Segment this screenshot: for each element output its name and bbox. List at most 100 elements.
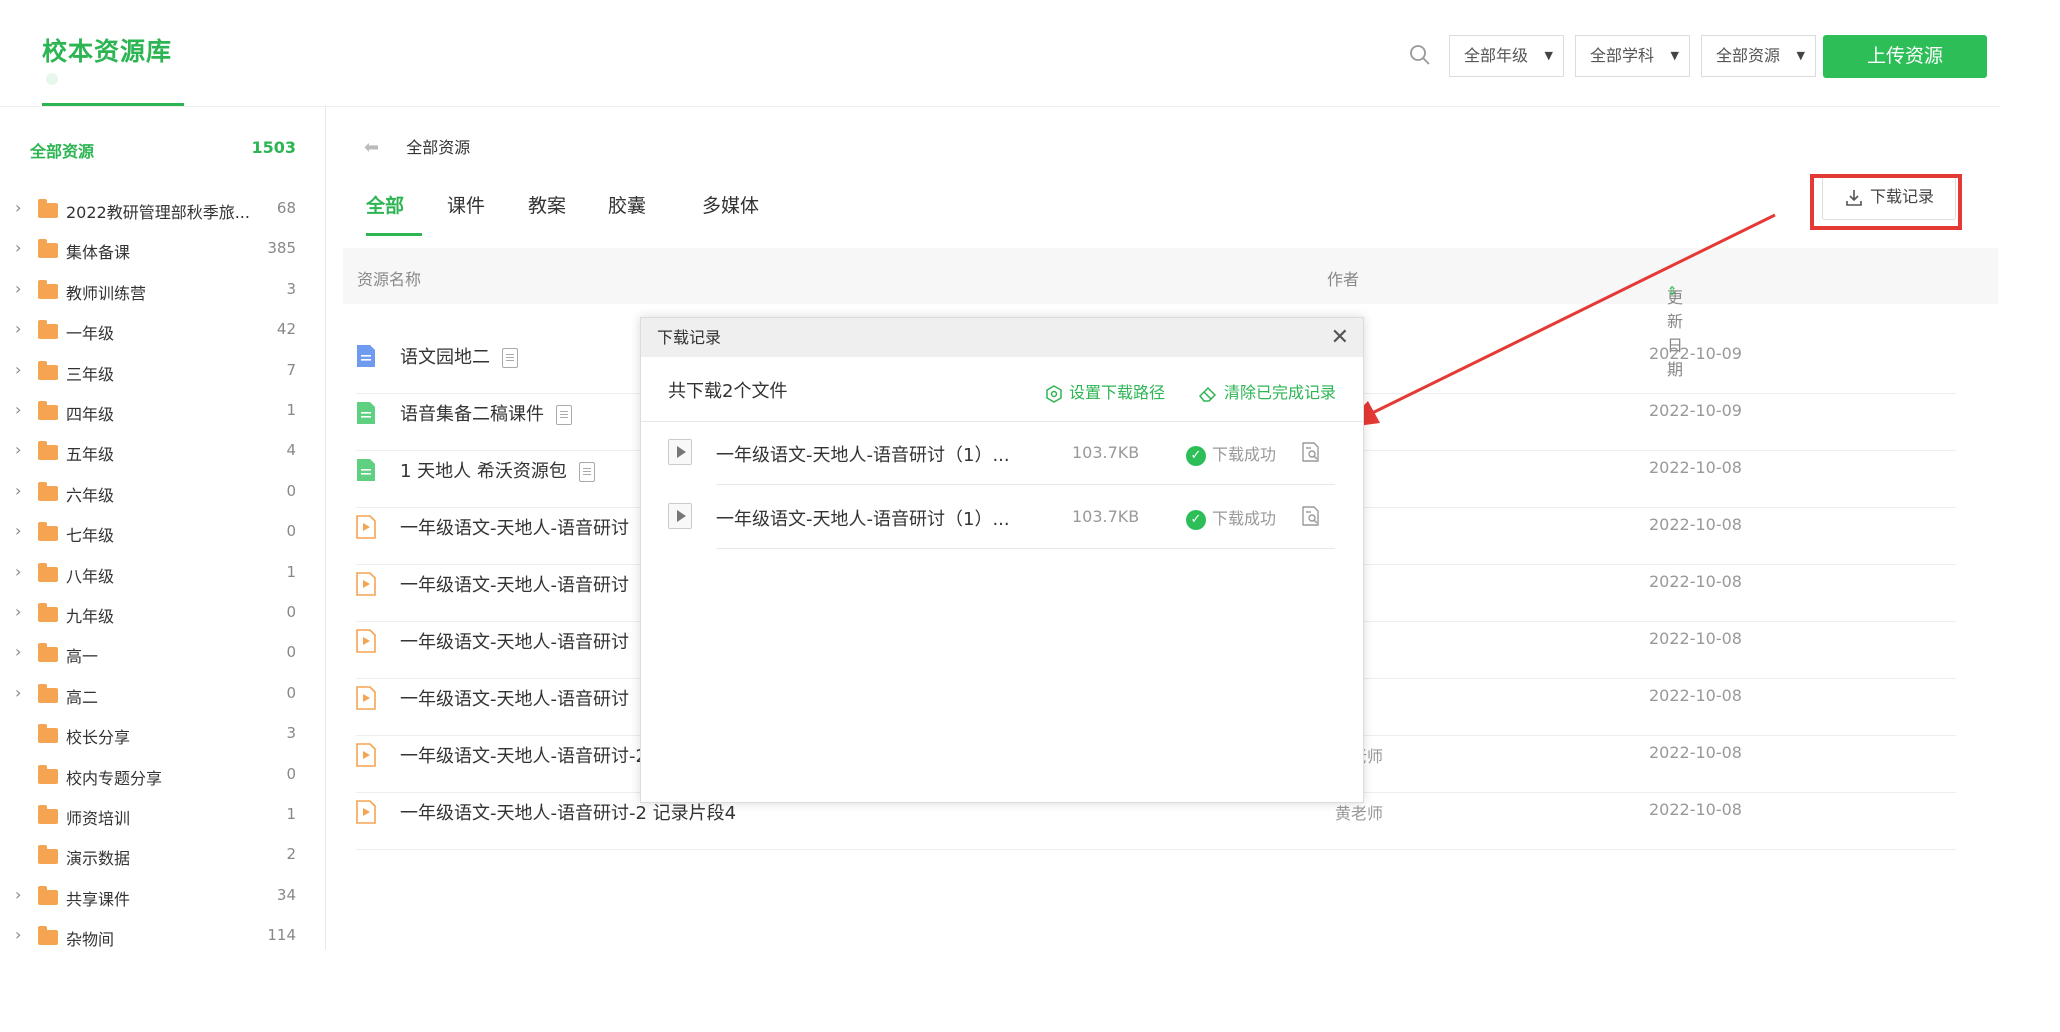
arrow-left-icon[interactable]: ⬅ bbox=[364, 137, 379, 158]
sidebar-folder-item[interactable]: › 六年级 0 bbox=[0, 479, 300, 509]
sidebar-folder-item[interactable]: › 高二 0 bbox=[0, 681, 300, 711]
sidebar-folder-count: 42 bbox=[276, 320, 296, 339]
folder-icon bbox=[38, 279, 58, 299]
download-record-item: 一年级语文-天地人-语音研讨（1）... 103.7KB ✓ 下载成功 bbox=[668, 485, 1335, 549]
close-icon[interactable]: ✕ bbox=[1331, 318, 1349, 357]
tab-capsule[interactable]: 胶囊 bbox=[608, 191, 646, 218]
video-file-icon bbox=[356, 515, 376, 539]
sidebar-folder-item[interactable]: › 三年级 7 bbox=[0, 358, 300, 388]
resource-name-cell[interactable]: 语音集备二稿课件 bbox=[400, 400, 572, 426]
sidebar-folder-count: 3 bbox=[286, 724, 296, 743]
chevron-right-icon[interactable]: › bbox=[15, 521, 21, 540]
sidebar-folder-item[interactable]: › 五年级 4 bbox=[0, 438, 300, 468]
chevron-right-icon[interactable]: › bbox=[15, 925, 21, 944]
resource-name-cell[interactable]: 1 天地人 希沃资源包 bbox=[400, 457, 595, 483]
upload-resource-button[interactable]: 上传资源 bbox=[1823, 35, 1987, 78]
video-file-icon bbox=[356, 629, 376, 653]
sidebar-folder-item[interactable]: 演示数据 2 bbox=[0, 842, 300, 872]
chevron-right-icon[interactable]: › bbox=[15, 238, 21, 257]
sidebar-folder-item[interactable]: › 四年级 1 bbox=[0, 398, 300, 428]
resource-name-cell[interactable]: 一年级语文-天地人-语音研讨 bbox=[400, 628, 629, 654]
subject-filter-select[interactable]: 全部学科 ▼ bbox=[1575, 35, 1690, 77]
resource-type-filter-select[interactable]: 全部资源 ▼ bbox=[1701, 35, 1816, 77]
file-note-icon bbox=[578, 462, 595, 482]
tab-all[interactable]: 全部 bbox=[366, 191, 404, 218]
sidebar-folder-item[interactable]: › 八年级 1 bbox=[0, 560, 300, 590]
sidebar-folder-item[interactable]: › 九年级 0 bbox=[0, 600, 300, 630]
chevron-right-icon[interactable]: › bbox=[15, 319, 21, 338]
sidebar-folder-item[interactable]: › 杂物间 114 bbox=[0, 923, 300, 953]
divider bbox=[716, 548, 1335, 549]
chevron-right-icon[interactable]: › bbox=[15, 683, 21, 702]
resource-name-cell[interactable]: 一年级语文-天地人-语音研讨 bbox=[400, 571, 629, 597]
resource-name-cell[interactable]: 一年级语文-天地人-语音研讨 bbox=[400, 514, 629, 540]
resource-name: 1 天地人 希沃资源包 bbox=[400, 461, 567, 482]
sidebar-folder-label: 教师训练营 bbox=[66, 283, 147, 303]
chevron-right-icon[interactable]: › bbox=[15, 562, 21, 581]
sidebar-folder-label: 集体备课 bbox=[66, 243, 131, 263]
sidebar-folder-item[interactable]: 校内专题分享 0 bbox=[0, 762, 300, 792]
resource-name-cell[interactable]: 语文园地二 bbox=[400, 343, 518, 369]
file-search-icon[interactable] bbox=[1300, 441, 1322, 463]
tab-courseware[interactable]: 课件 bbox=[447, 191, 485, 218]
sidebar-folder-count: 0 bbox=[286, 683, 296, 702]
chevron-right-icon[interactable]: › bbox=[15, 198, 21, 217]
sidebar-folder-item[interactable]: › 共享课件 34 bbox=[0, 883, 300, 913]
folder-icon bbox=[38, 724, 58, 744]
top-header: 校本资源库 全部年级 ▼ 全部学科 ▼ 全部资源 ▼ 上传资源 bbox=[0, 0, 2000, 107]
sidebar-folder-item[interactable]: › 七年级 0 bbox=[0, 519, 300, 549]
sidebar-folder-item[interactable]: › 教师训练营 3 bbox=[0, 277, 300, 307]
download-status: ✓ 下载成功 bbox=[1186, 505, 1276, 530]
red-arrow bbox=[1342, 213, 1776, 428]
folder-icon bbox=[38, 441, 58, 461]
sidebar-folder-count: 0 bbox=[286, 764, 296, 783]
resource-name-cell[interactable]: 一年级语文-天地人-语音研讨 bbox=[400, 685, 629, 711]
brand[interactable]: 校本资源库 bbox=[42, 32, 184, 106]
folder-icon bbox=[38, 320, 58, 340]
folder-icon bbox=[38, 481, 58, 501]
folder-icon bbox=[38, 926, 58, 946]
sidebar-folder-count: 0 bbox=[286, 522, 296, 541]
sidebar-folder-count: 2 bbox=[286, 845, 296, 864]
grade-filter-select[interactable]: 全部年级 ▼ bbox=[1449, 35, 1564, 77]
chevron-right-icon[interactable]: › bbox=[15, 440, 21, 459]
chevron-right-icon[interactable]: › bbox=[15, 279, 21, 298]
chevron-right-icon[interactable]: › bbox=[15, 602, 21, 621]
search-icon[interactable] bbox=[1409, 44, 1431, 66]
chevron-right-icon[interactable]: › bbox=[15, 360, 21, 379]
sidebar-folder-label: 五年级 bbox=[66, 445, 115, 465]
resource-name: 一年级语文-天地人-语音研讨 bbox=[400, 518, 629, 539]
folder-icon bbox=[38, 522, 58, 542]
chevron-right-icon[interactable]: › bbox=[15, 481, 21, 500]
sidebar-folder-item[interactable]: 师资培训 1 bbox=[0, 802, 300, 832]
sidebar-folder-item[interactable]: › 高一 0 bbox=[0, 640, 300, 670]
breadcrumb-label: 全部资源 bbox=[406, 138, 471, 157]
sidebar-folder-label: 共享课件 bbox=[66, 889, 131, 909]
sidebar-folder-item[interactable]: › 2022教研管理部秋季旅... 68 bbox=[0, 196, 300, 226]
chevron-right-icon[interactable]: › bbox=[15, 885, 21, 904]
video-file-icon bbox=[668, 503, 692, 529]
clear-completed-button[interactable]: 清除已完成记录 bbox=[1198, 379, 1336, 403]
brand-decoration bbox=[46, 72, 58, 85]
download-status: ✓ 下载成功 bbox=[1186, 441, 1276, 466]
chevron-right-icon[interactable]: › bbox=[15, 400, 21, 419]
chevron-right-icon[interactable]: › bbox=[15, 642, 21, 661]
tab-lesson-plan[interactable]: 教案 bbox=[528, 191, 566, 218]
chevron-down-icon: ▼ bbox=[1796, 49, 1805, 62]
video-file-icon bbox=[668, 439, 692, 465]
document-file-icon bbox=[356, 344, 376, 368]
sidebar-folder-item[interactable]: › 集体备课 385 bbox=[0, 236, 300, 266]
sidebar-item-all-resources[interactable]: 全部资源 1503 bbox=[30, 138, 296, 162]
subject-filter-value: 全部学科 bbox=[1590, 46, 1655, 65]
resource-name: 一年级语文-天地人-语音研讨-2 记录片段4 bbox=[400, 803, 737, 824]
spreadsheet-file-icon bbox=[356, 458, 376, 482]
file-search-icon[interactable] bbox=[1300, 505, 1322, 527]
dialog-title: 下载记录 bbox=[657, 328, 722, 347]
sidebar-folder-label: 校长分享 bbox=[66, 728, 131, 748]
sidebar-folder-item[interactable]: 校长分享 3 bbox=[0, 721, 300, 751]
folder-icon bbox=[38, 401, 58, 420]
tab-multimedia[interactable]: 多媒体 bbox=[702, 191, 759, 218]
set-download-path-button[interactable]: 设置下载路径 bbox=[1045, 379, 1165, 403]
resource-date: 2022-10-08 bbox=[1649, 572, 1742, 591]
sidebar-folder-item[interactable]: › 一年级 42 bbox=[0, 317, 300, 347]
